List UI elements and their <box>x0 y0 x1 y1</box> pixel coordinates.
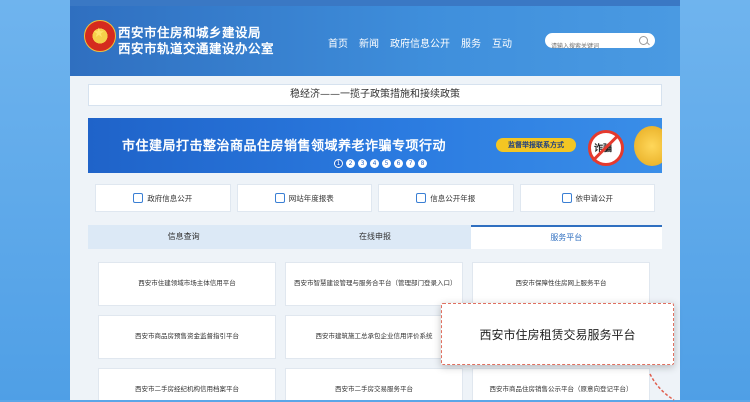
carousel-dot-5[interactable]: 5 <box>382 159 391 168</box>
org-name-line2: 西安市轨道交通建设办公室 <box>118 41 275 56</box>
service-item[interactable]: 西安市建筑施工总承包企业信用评价系统 <box>285 315 463 359</box>
nav-home[interactable]: 首页 <box>328 35 348 50</box>
carousel-dots: 12345678 <box>334 159 427 168</box>
carousel-dot-1[interactable]: 1 <box>334 159 343 168</box>
pointer-arrow-icon <box>649 373 675 401</box>
national-emblem-icon <box>84 20 116 52</box>
nav-gov-info[interactable]: 政府信息公开 <box>390 35 450 50</box>
service-item[interactable]: 西安市二手房经纪机构信用档案平台 <box>98 368 276 400</box>
report-contact-tag[interactable]: 监督举报联系方式 <box>496 138 576 152</box>
document-icon <box>133 193 144 203</box>
policy-bar[interactable]: 稳经济——一揽子政策措施和接续政策 <box>88 84 662 106</box>
site-header: 西安市住房和城乡建设局 西安市轨道交通建设办公室 首页 新闻 政府信息公开 服务… <box>70 6 680 76</box>
search-box <box>545 33 655 53</box>
quick-link-info-annual-report[interactable]: 信息公开年报 <box>378 184 514 212</box>
chart-icon <box>274 193 285 203</box>
service-item[interactable]: 西安市商品住房销售公示平台（原意向登记平台） <box>472 368 650 400</box>
service-item[interactable]: 西安市商品房预售资金监督指引平台 <box>98 315 276 359</box>
nav-interact[interactable]: 互动 <box>492 35 512 50</box>
carousel-dot-2[interactable]: 2 <box>346 159 355 168</box>
carousel-dot-3[interactable]: 3 <box>358 159 367 168</box>
search-icon[interactable] <box>639 36 648 45</box>
stamp-text: 诈骗 <box>594 144 613 154</box>
quick-link-label: 依申请公开 <box>575 193 614 203</box>
quick-links: 政府信息公开 网站年度报表 信息公开年报 依申请公开 <box>95 184 655 212</box>
banner-carousel[interactable]: 市住建局打击整治商品住房销售领域养老诈骗专项行动 12345678 监督举报联系… <box>88 118 662 173</box>
tab-service-platform[interactable]: 服务平台 <box>470 225 662 249</box>
search-doc-icon <box>416 193 427 203</box>
service-item[interactable]: 西安市住建领域市场主体信用平台 <box>98 262 276 306</box>
nav-news[interactable]: 新闻 <box>359 35 379 50</box>
service-item[interactable]: 西安市二手房交易服务平台 <box>285 368 463 400</box>
quick-link-gov-info[interactable]: 政府信息公开 <box>95 184 231 212</box>
banner-title: 市住建局打击整治商品住房销售领域养老诈骗专项行动 <box>122 139 447 154</box>
tab-info-query[interactable]: 信息查询 <box>88 225 279 249</box>
carousel-dot-7[interactable]: 7 <box>406 159 415 168</box>
quick-link-apply-disclosure[interactable]: 依申请公开 <box>519 184 655 212</box>
quick-link-label: 政府信息公开 <box>147 193 193 203</box>
anti-fraud-stamp-icon: 诈骗 <box>588 130 624 166</box>
nav-service[interactable]: 服务 <box>461 35 481 50</box>
carousel-dot-8[interactable]: 8 <box>418 159 427 168</box>
coin-icon <box>634 126 662 166</box>
form-icon <box>561 193 572 203</box>
search-input[interactable] <box>551 40 633 53</box>
service-item[interactable]: 西安市智慧建设管理与服务合平台（管理部门登录入口） <box>285 262 463 306</box>
tab-online-declare[interactable]: 在线申报 <box>279 225 470 249</box>
main-nav: 首页 新闻 政府信息公开 服务 互动 <box>328 35 512 50</box>
quick-link-label: 网站年度报表 <box>288 193 334 203</box>
highlighted-rental-platform-callout[interactable]: 西安市住房租赁交易服务平台 <box>441 303 674 365</box>
quick-link-label: 信息公开年报 <box>430 193 476 203</box>
carousel-dot-4[interactable]: 4 <box>370 159 379 168</box>
quick-link-annual-report-table[interactable]: 网站年度报表 <box>236 184 372 212</box>
service-tabs: 信息查询 在线申报 服务平台 <box>88 225 662 249</box>
carousel-dot-6[interactable]: 6 <box>394 159 403 168</box>
service-item[interactable]: 西安市保障性住房网上服务平台 <box>472 262 650 306</box>
